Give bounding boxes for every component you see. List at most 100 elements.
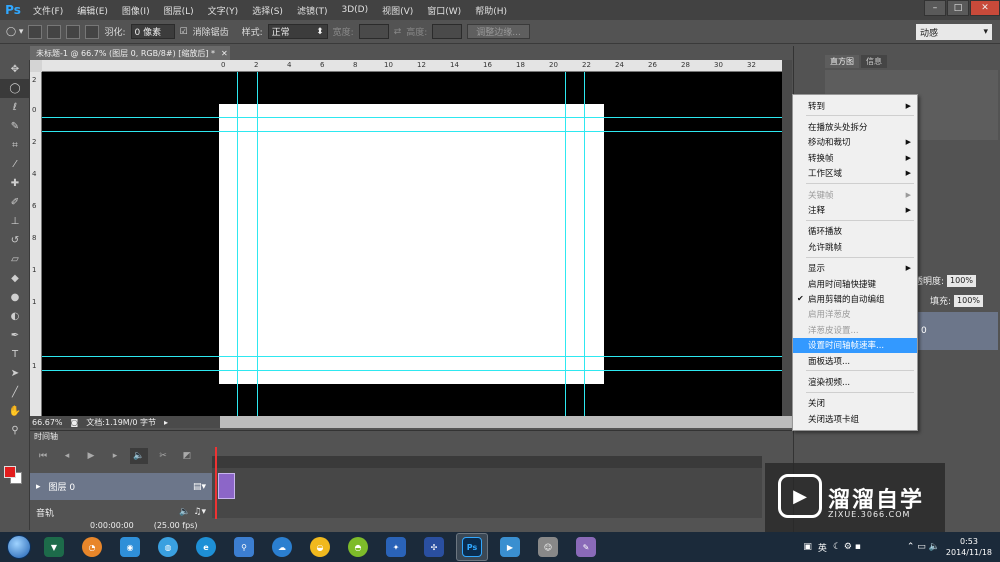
playhead[interactable] (215, 447, 217, 519)
bucket-tool-icon[interactable]: ◆ (0, 269, 30, 288)
context-menu-item[interactable]: 面板选项... (793, 353, 917, 368)
context-menu-item[interactable]: 移动和裁切 ▶ (793, 135, 917, 150)
context-menu-item[interactable]: 显示 ▶ (793, 261, 917, 276)
width-input[interactable] (358, 24, 389, 39)
context-menu-item[interactable]: 在播放头处拆分 (793, 119, 917, 134)
lasso-tool-icon[interactable]: ℓ (0, 98, 30, 117)
expand-arrow-icon[interactable]: ▸ (36, 482, 41, 492)
intersect-selection-icon[interactable] (85, 24, 100, 39)
guide-line[interactable] (565, 72, 566, 416)
context-menu-item[interactable]: 工作区域 ▶ (793, 166, 917, 181)
ellipse-marquee-icon[interactable]: ◯ ▾ (6, 27, 23, 37)
taskbar-photoshop[interactable]: Ps (456, 533, 488, 561)
start-button[interactable] (0, 532, 38, 562)
taskbar-app[interactable]: ✣ (418, 533, 450, 561)
input-method-icon[interactable]: ▣ (803, 542, 812, 552)
type-tool-icon[interactable]: T (0, 345, 30, 364)
context-menu-item[interactable]: 渲染视频... (793, 374, 917, 389)
context-menu-item[interactable]: 关闭 (793, 396, 917, 411)
feather-input[interactable]: 0 像素 (130, 24, 175, 39)
path-select-tool-icon[interactable]: ➤ (0, 364, 30, 383)
timeline-layer-row[interactable]: ▸ 图层 0 ▤▾ (30, 473, 212, 500)
close-tab-icon[interactable]: ✕ (221, 49, 228, 58)
taskbar-app[interactable]: ◓ (342, 533, 374, 561)
timeline-ruler[interactable] (212, 456, 762, 468)
ellipse-marquee-tool-icon[interactable]: ◯ (0, 79, 30, 98)
guide-line[interactable] (42, 117, 782, 118)
antialias-checkbox[interactable]: ☑ (180, 27, 188, 37)
taskbar-app[interactable]: ☁ (266, 533, 298, 561)
height-input[interactable] (432, 24, 463, 39)
guide-line[interactable] (42, 370, 782, 371)
eraser-tool-icon[interactable]: ▱ (0, 250, 30, 269)
menu-type[interactable]: 文字(Y) (201, 4, 246, 17)
context-menu-item[interactable]: 设置时间轴帧速率... (793, 337, 917, 353)
refine-edge-button[interactable]: 调整边缘... (467, 24, 530, 39)
menu-3d[interactable]: 3D(D) (334, 5, 375, 15)
taskbar-app[interactable]: ◒ (304, 533, 336, 561)
guide-line[interactable] (42, 131, 782, 132)
stamp-tool-icon[interactable]: ⊥ (0, 212, 30, 231)
taskbar-app[interactable]: ☺ (532, 533, 564, 561)
audio-icon[interactable]: 🔈 (130, 448, 148, 464)
taskbar-app[interactable]: e (190, 533, 222, 561)
video-clip[interactable] (218, 473, 235, 499)
dodge-tool-icon[interactable]: ◐ (0, 307, 30, 326)
history-brush-tool-icon[interactable]: ↺ (0, 231, 30, 250)
guide-line[interactable] (584, 72, 585, 416)
context-menu-item[interactable]: 转换帧 ▶ (793, 150, 917, 165)
hand-tool-icon[interactable]: ✋ (0, 402, 30, 421)
menu-layer[interactable]: 图层(L) (157, 4, 201, 17)
menu-view[interactable]: 视图(V) (375, 4, 420, 17)
fill-input[interactable]: 100% (954, 294, 983, 307)
prev-frame-icon[interactable]: ◂ (58, 448, 76, 464)
split-scissors-icon[interactable]: ✂ (154, 448, 172, 464)
zoom-level[interactable]: 66.67% (32, 418, 63, 427)
taskbar-app[interactable]: ◔ (76, 533, 108, 561)
context-menu-item[interactable]: 循环播放 (793, 224, 917, 239)
transition-icon[interactable]: ◩ (178, 448, 196, 464)
style-select[interactable]: 正常 ⬍ (267, 24, 328, 39)
add-selection-icon[interactable] (47, 24, 62, 39)
ime-settings-icon[interactable]: ☾ ⚙ ▪ (833, 542, 861, 552)
context-menu-item[interactable]: 启用剪辑的自动编组 ✔ (793, 291, 917, 306)
audio-note-icon[interactable]: 🔈 ♫▾ (179, 507, 206, 517)
guide-line[interactable] (257, 72, 258, 416)
close-button[interactable]: ✕ (970, 0, 1000, 16)
tray-icons[interactable]: ⌃ ▭ 🔈 (907, 542, 940, 552)
quick-select-tool-icon[interactable]: ✎ (0, 117, 30, 136)
blur-tool-icon[interactable]: ● (0, 288, 30, 307)
guide-line[interactable] (237, 72, 238, 416)
taskbar-app[interactable]: ▼ (38, 533, 70, 561)
context-menu-item[interactable]: 关闭选项卡组 (793, 411, 917, 426)
zoom-tool-icon[interactable]: ⚲ (0, 421, 30, 440)
healing-tool-icon[interactable]: ✚ (0, 174, 30, 193)
taskbar-app[interactable]: ✎ (570, 533, 602, 561)
clock[interactable]: 0:53 2014/11/18 (946, 536, 992, 558)
ime-language[interactable]: 英 (818, 541, 827, 554)
swap-icon[interactable]: ⇄ (394, 27, 402, 37)
new-selection-icon[interactable] (28, 24, 43, 39)
eyedropper-tool-icon[interactable]: ⁄ (0, 155, 30, 174)
first-frame-icon[interactable]: ⏮ (34, 448, 52, 464)
menu-select[interactable]: 选择(S) (245, 4, 290, 17)
menu-window[interactable]: 窗口(W) (420, 4, 468, 17)
taskbar-app[interactable]: ✦ (380, 533, 412, 561)
timeline-tab[interactable]: 时间轴 (34, 431, 94, 443)
info-icon[interactable]: ◙ (71, 418, 79, 427)
minimize-button[interactable]: – (924, 0, 946, 16)
move-tool-icon[interactable]: ✥ (0, 60, 30, 79)
context-menu-item[interactable]: 转到 ▶ (793, 98, 917, 113)
taskbar-app[interactable]: ▶ (494, 533, 526, 561)
crop-tool-icon[interactable]: ⌗ (0, 136, 30, 155)
document-canvas[interactable] (219, 104, 604, 384)
taskbar-app[interactable]: ⚲ (228, 533, 260, 561)
vertical-scrollbar[interactable] (782, 60, 792, 416)
film-icon[interactable]: ▤▾ (193, 482, 206, 492)
subtract-selection-icon[interactable] (66, 24, 81, 39)
menu-filter[interactable]: 滤镜(T) (290, 4, 335, 17)
guide-line[interactable] (42, 356, 782, 357)
tab-info[interactable]: 信息 (861, 55, 887, 68)
status-menu-arrow-icon[interactable]: ▸ (164, 418, 168, 427)
taskbar-app[interactable]: ◍ (152, 533, 184, 561)
